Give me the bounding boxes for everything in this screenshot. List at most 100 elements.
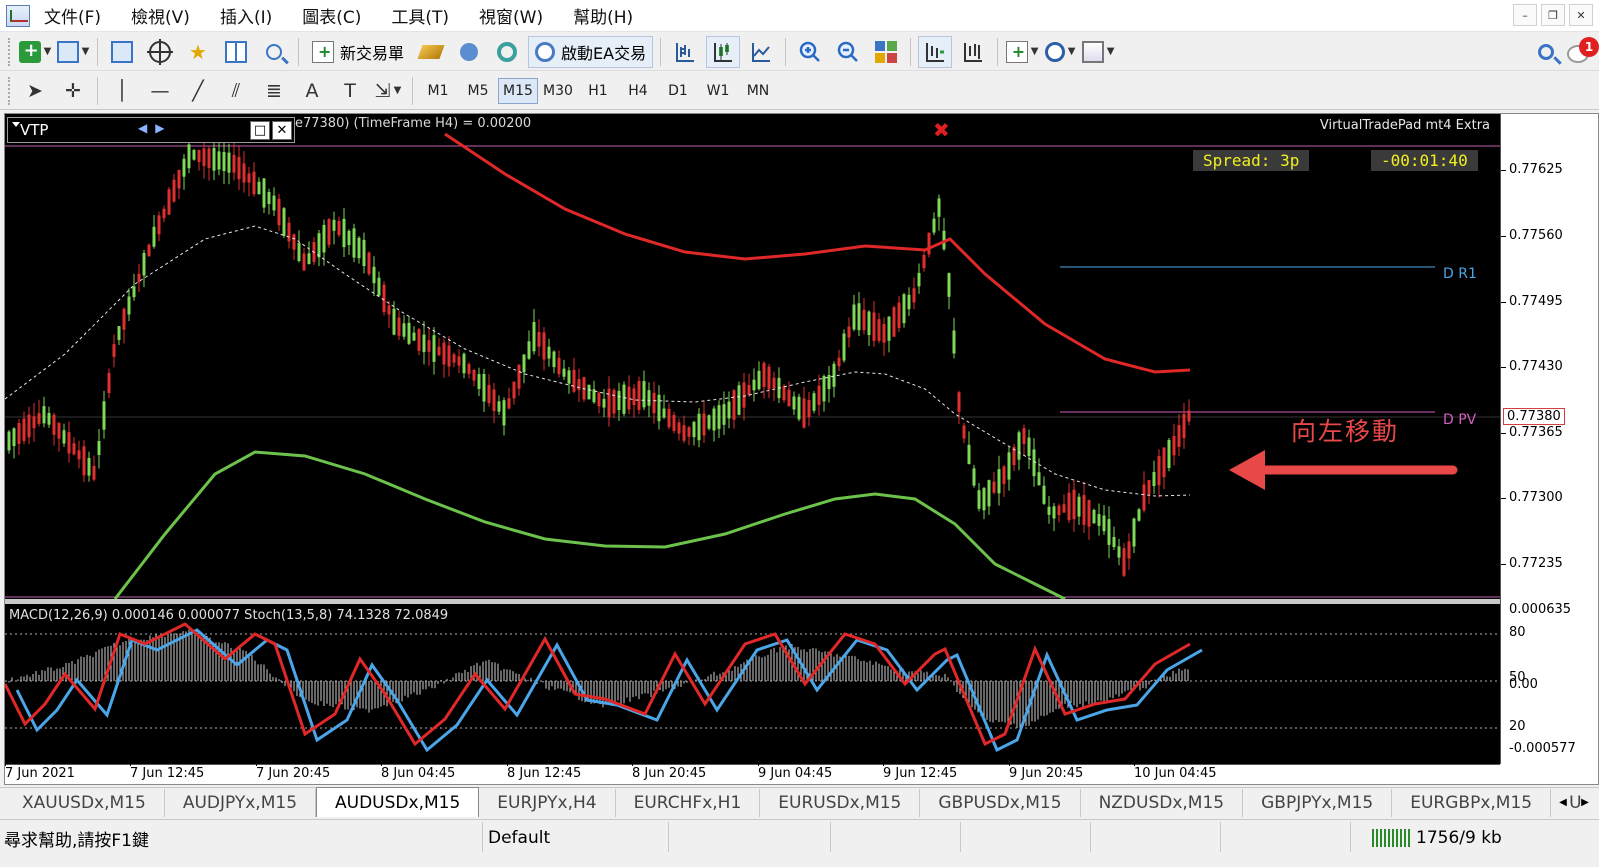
bar-chart-button[interactable] bbox=[668, 36, 702, 68]
candle-body bbox=[492, 389, 496, 412]
time-tick: 8 Jun 20:45 bbox=[632, 761, 707, 781]
tab-audjpyx-m15[interactable]: AUDJPYx,M15 bbox=[165, 789, 317, 817]
new-chart-button[interactable]: ▼ bbox=[18, 36, 52, 68]
scroll-left-icon[interactable]: ◀ bbox=[1553, 792, 1573, 812]
profiles-button[interactable]: ▼ bbox=[56, 36, 90, 68]
tab-xauusdx-m15[interactable]: XAUUSDx,M15 bbox=[4, 789, 165, 817]
new-order-label: 新交易單 bbox=[340, 43, 405, 63]
search-button[interactable] bbox=[1529, 36, 1563, 68]
tab-eurgbpx-m15[interactable]: EURGBPx,M15 bbox=[1392, 789, 1552, 817]
candle-body bbox=[547, 346, 551, 359]
navigator-button[interactable]: ★ bbox=[181, 36, 215, 68]
vertical-line-tool[interactable]: │ bbox=[105, 75, 139, 107]
tab-eurjpyx-h4[interactable]: EURJPYx,H4 bbox=[479, 789, 616, 817]
zoom-out-button[interactable] bbox=[831, 36, 865, 68]
metaeditor-button[interactable] bbox=[414, 36, 448, 68]
price-axis[interactable]: 0.77625 0.77560 0.77495 0.77430 0.77365 … bbox=[1500, 114, 1598, 764]
candle-body bbox=[657, 394, 661, 422]
app-logo-icon[interactable] bbox=[6, 4, 30, 27]
indicators-button[interactable]: ▼ bbox=[1005, 36, 1039, 68]
price-tick: 0.77300 bbox=[1501, 490, 1563, 505]
toolbar-grip[interactable] bbox=[8, 37, 12, 66]
menu-window[interactable]: 視窗(W) bbox=[479, 3, 543, 28]
periods-button[interactable]: ▼ bbox=[1043, 36, 1077, 68]
menu-help[interactable]: 幫助(H) bbox=[573, 3, 633, 28]
text-tool[interactable]: A bbox=[295, 75, 329, 107]
timeframe-m30[interactable]: M30 bbox=[538, 78, 578, 104]
line-chart-button[interactable] bbox=[744, 36, 778, 68]
connection-status[interactable]: 1756/9 kb bbox=[1372, 824, 1502, 852]
candle-body bbox=[937, 198, 941, 217]
tab-eurusdx-m15[interactable]: EURUSDx,M15 bbox=[760, 789, 921, 817]
time-axis[interactable]: 7 Jun 2021 7 Jun 12:45 7 Jun 20:45 8 Jun… bbox=[5, 761, 1500, 784]
auto-scroll-button[interactable] bbox=[918, 35, 953, 68]
menu-insert[interactable]: 插入(I) bbox=[220, 3, 272, 28]
menu-tools[interactable]: 工具(T) bbox=[391, 3, 449, 28]
timeframe-h1[interactable]: H1 bbox=[578, 78, 618, 104]
tab-nzdusdx-m15[interactable]: NZDUSDx,M15 bbox=[1081, 789, 1244, 817]
horizontal-line-tool[interactable]: — bbox=[143, 75, 177, 107]
vtp-panel[interactable]: VTP ◀▶ □ ✕ bbox=[7, 117, 295, 143]
indicator-subwindow[interactable]: MACD(12,26,9) 0.000146 0.000077 Stoch(13… bbox=[5, 604, 1500, 764]
timeframe-m5[interactable]: M5 bbox=[458, 78, 498, 104]
profiles-icon bbox=[56, 40, 79, 63]
timeframe-m15[interactable]: M15 bbox=[498, 77, 538, 104]
data-window-button[interactable] bbox=[143, 36, 177, 68]
candle-body bbox=[347, 230, 351, 246]
candle-body bbox=[667, 408, 671, 428]
tab-gbpusdx-m15[interactable]: GBPUSDx,M15 bbox=[920, 789, 1081, 817]
fibonacci-tool[interactable]: ≣ bbox=[257, 75, 291, 107]
bar-chart-icon bbox=[676, 42, 695, 62]
signals-button[interactable] bbox=[452, 36, 486, 68]
candle-body bbox=[787, 389, 791, 407]
vtp-nav-arrows-icon[interactable]: ◀▶ bbox=[138, 121, 172, 135]
zoom-in-button[interactable] bbox=[793, 36, 827, 68]
timeframe-w1[interactable]: W1 bbox=[698, 78, 738, 104]
main-chart-plot[interactable]: VTP ◀▶ □ ✕ e77380) (TimeFrame H4) = 0.00… bbox=[5, 114, 1500, 599]
cursor-tool[interactable]: ➤ bbox=[18, 75, 52, 107]
restore-icon[interactable]: ❐ bbox=[1541, 4, 1565, 26]
close-x-icon[interactable]: ✖ bbox=[933, 118, 950, 142]
candle-body bbox=[47, 412, 51, 425]
vtp-maximize-icon[interactable]: □ bbox=[250, 121, 270, 140]
arrows-tool[interactable]: ⇲ ▼ bbox=[371, 75, 405, 107]
new-order-button[interactable]: 新交易單 bbox=[306, 36, 410, 68]
terminal-button[interactable] bbox=[219, 36, 253, 68]
tab-gbpjpyx-m15[interactable]: GBPJPYx,M15 bbox=[1243, 789, 1393, 817]
menu-view[interactable]: 檢視(V) bbox=[131, 3, 190, 28]
tab-eurchfx-h1[interactable]: EURCHFx,H1 bbox=[616, 789, 761, 817]
menu-charts[interactable]: 圖表(C) bbox=[302, 3, 361, 28]
tile-windows-button[interactable] bbox=[869, 36, 903, 68]
menu-file[interactable]: 文件(F) bbox=[44, 3, 101, 28]
candle-body bbox=[847, 326, 851, 338]
trendline-tool[interactable]: ╱ bbox=[181, 75, 215, 107]
market-watch-button[interactable] bbox=[105, 36, 139, 68]
candle-body bbox=[557, 357, 561, 375]
equidistant-channel-tool[interactable]: ⫽ bbox=[219, 75, 253, 107]
notifications-button[interactable]: 1 bbox=[1565, 36, 1599, 67]
templates-button[interactable]: ▼ bbox=[1081, 36, 1115, 68]
text-label-tool[interactable]: T bbox=[333, 75, 367, 107]
timeframe-d1[interactable]: D1 bbox=[658, 78, 698, 104]
market-button[interactable] bbox=[490, 36, 524, 68]
candle-body bbox=[472, 370, 476, 381]
close-icon[interactable]: ✕ bbox=[1569, 4, 1593, 26]
timeframe-m1[interactable]: M1 bbox=[418, 78, 458, 104]
vtp-close-icon[interactable]: ✕ bbox=[272, 121, 292, 140]
candle-body bbox=[72, 443, 76, 455]
candlestick-button[interactable] bbox=[706, 35, 741, 68]
collapse-triangle-icon[interactable] bbox=[12, 122, 20, 127]
star-icon: ★ bbox=[189, 39, 207, 64]
autotrading-button[interactable]: 啟動EA交易 bbox=[528, 35, 654, 68]
timeframe-h4[interactable]: H4 bbox=[618, 78, 658, 104]
candle-body bbox=[1032, 449, 1036, 477]
minimize-icon[interactable]: – bbox=[1513, 4, 1537, 26]
scroll-right-icon[interactable]: ▶ bbox=[1575, 792, 1595, 812]
strategy-tester-button[interactable] bbox=[257, 36, 291, 68]
chart-shift-button[interactable] bbox=[956, 36, 990, 68]
candle-body bbox=[27, 414, 31, 438]
crosshair-tool[interactable]: ✛ bbox=[56, 75, 90, 107]
toolbar-grip[interactable] bbox=[8, 76, 12, 105]
timeframe-mn[interactable]: MN bbox=[738, 78, 778, 104]
tab-audusdx-m15[interactable]: AUDUSDx,M15 bbox=[316, 787, 480, 817]
